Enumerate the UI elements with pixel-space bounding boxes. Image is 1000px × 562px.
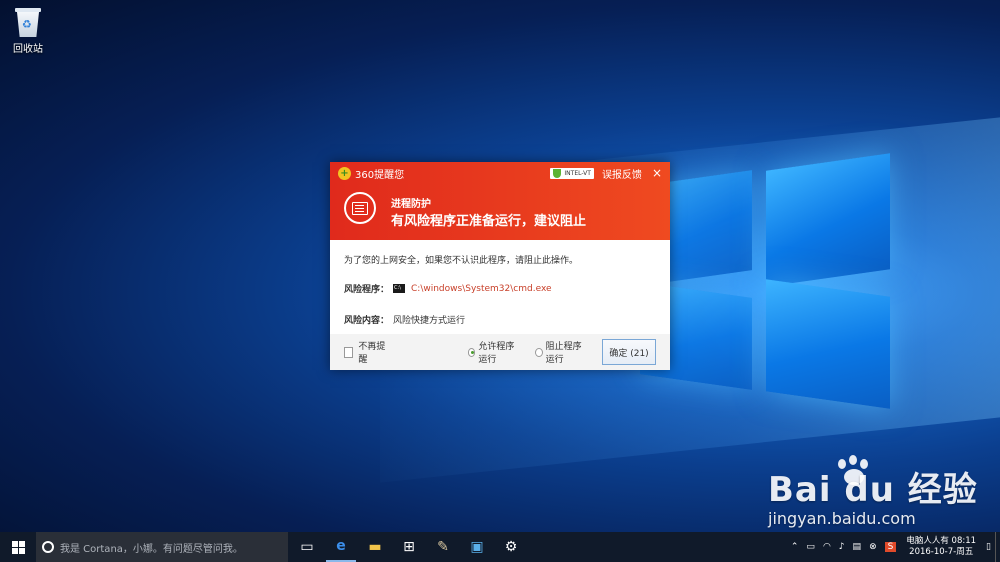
time: 08:11 xyxy=(951,536,977,546)
radio-unselected[interactable] xyxy=(534,347,543,357)
dialog-footer: 不再提醒 允许程序运行 阻止程序运行 确定 (21) xyxy=(330,334,670,370)
system-tray: ⌃ ▭ ◠ ♪ ▤ ⊗ S 电脑人人有 08:11 2016-10-7-周五 ▯ xyxy=(787,532,1000,562)
notification-icon[interactable]: ▤ xyxy=(853,542,862,552)
ime-icon[interactable]: S xyxy=(884,542,897,552)
cmd-icon: C:\ xyxy=(393,284,406,293)
dialog-subtitle: 进程防护 xyxy=(391,199,431,210)
security-alert-dialog: + 360提醒您 INTEL-VT 误报反馈 × 进程防护 有风险程序正准备运行… xyxy=(330,162,670,370)
battery-icon[interactable]: ▭ xyxy=(806,542,815,552)
risk-content-value: 风险快捷方式运行 xyxy=(393,316,466,326)
block-run-radio[interactable]: 阻止程序运行 xyxy=(534,339,590,365)
wallpaper-logo-pane xyxy=(766,279,890,409)
ok-button[interactable]: 确定 (21) xyxy=(602,339,656,365)
dialog-title: 360提醒您 xyxy=(355,169,405,181)
dialog-titlebar: + 360提醒您 INTEL-VT 误报反馈 × xyxy=(330,162,670,184)
process-protection-icon xyxy=(344,192,376,224)
volume-icon[interactable]: ♪ xyxy=(839,542,845,552)
store-icon[interactable]: ⊞ xyxy=(394,532,424,562)
wifi-icon[interactable]: ◠ xyxy=(823,542,831,552)
dialog-headline: 有风险程序正准备运行，建议阻止 xyxy=(391,214,587,229)
action-center-icon[interactable]: ▯ xyxy=(986,542,991,552)
cortana-icon xyxy=(42,541,54,553)
start-button[interactable] xyxy=(0,532,36,562)
risk-content-label: 风险内容： xyxy=(344,316,390,326)
risk-program-row: 风险程序： C:\ C:\windows\System32\cmd.exe xyxy=(344,282,656,296)
desktop-icon-label: 回收站 xyxy=(13,44,43,55)
dialog-header: + 360提醒您 INTEL-VT 误报反馈 × 进程防护 有风险程序正准备运行… xyxy=(330,162,670,240)
cortana-search-box[interactable]: 我是 Cortana，小娜。有问题尽管问我。 xyxy=(36,532,288,562)
close-icon[interactable]: × xyxy=(652,166,662,180)
radio-selected[interactable] xyxy=(467,347,476,357)
360-logo-icon: + xyxy=(338,166,351,180)
app-icon[interactable]: ▣ xyxy=(462,532,492,562)
false-report-link[interactable]: 误报反馈 xyxy=(602,166,642,181)
allow-run-label: 允许程序运行 xyxy=(478,342,515,365)
taskbar: 我是 Cortana，小娜。有问题尽管问我。 ▭ e ▬ ⊞ ✎ ▣ ⚙ ⌃ ▭… xyxy=(0,532,1000,562)
risk-program-label: 风险程序： xyxy=(344,285,390,295)
intel-vt-label: INTEL-VT xyxy=(564,169,591,177)
edge-icon[interactable]: e xyxy=(326,532,356,562)
baidu-watermark: Bai du 经验 jingyan.baidu.com xyxy=(768,462,978,528)
dont-remind-checkbox[interactable]: 不再提醒 xyxy=(344,339,388,365)
allow-run-radio[interactable]: 允许程序运行 xyxy=(467,339,523,365)
risk-program-path: C:\windows\System32\cmd.exe xyxy=(411,283,552,294)
date: 2016-10-7-周五 xyxy=(909,547,974,557)
wallpaper-logo-pane xyxy=(766,153,890,287)
paint-icon[interactable]: ✎ xyxy=(428,532,458,562)
tray-label: 电脑人人有 xyxy=(906,536,949,546)
task-view-icon[interactable]: ▭ xyxy=(292,532,322,562)
clock[interactable]: 电脑人人有 08:11 2016-10-7-周五 xyxy=(906,536,976,558)
search-placeholder: 我是 Cortana，小娜。有问题尽管问我。 xyxy=(60,543,243,555)
watermark-brand: Bai du 经验 xyxy=(768,470,978,510)
watermark-url: jingyan.baidu.com xyxy=(768,509,916,528)
chevron-up-icon[interactable]: ⌃ xyxy=(791,542,799,552)
dont-remind-label: 不再提醒 xyxy=(358,342,386,365)
360-tray-icon[interactable]: ⊗ xyxy=(869,542,877,552)
settings-icon[interactable]: ⚙ xyxy=(496,532,526,562)
windows-logo-icon xyxy=(11,540,25,554)
risk-content-row: 风险内容： 风险快捷方式运行 xyxy=(344,313,656,326)
recycle-bin-icon: ♻ xyxy=(13,6,43,38)
file-explorer-icon[interactable]: ▬ xyxy=(360,532,390,562)
shield-icon xyxy=(553,168,562,178)
show-desktop-button[interactable] xyxy=(995,532,1000,562)
warning-message: 为了您的上网安全，如果您不认识此程序，请阻止此操作。 xyxy=(344,256,579,266)
intel-vt-badge: INTEL-VT xyxy=(550,167,594,179)
block-run-label: 阻止程序运行 xyxy=(545,342,582,365)
desktop-icon-recycle-bin[interactable]: ♻ 回收站 xyxy=(6,6,50,55)
checkbox[interactable] xyxy=(344,346,354,358)
dialog-content: 为了您的上网安全，如果您不认识此程序，请阻止此操作。 风险程序： C:\ C:\… xyxy=(330,240,670,326)
